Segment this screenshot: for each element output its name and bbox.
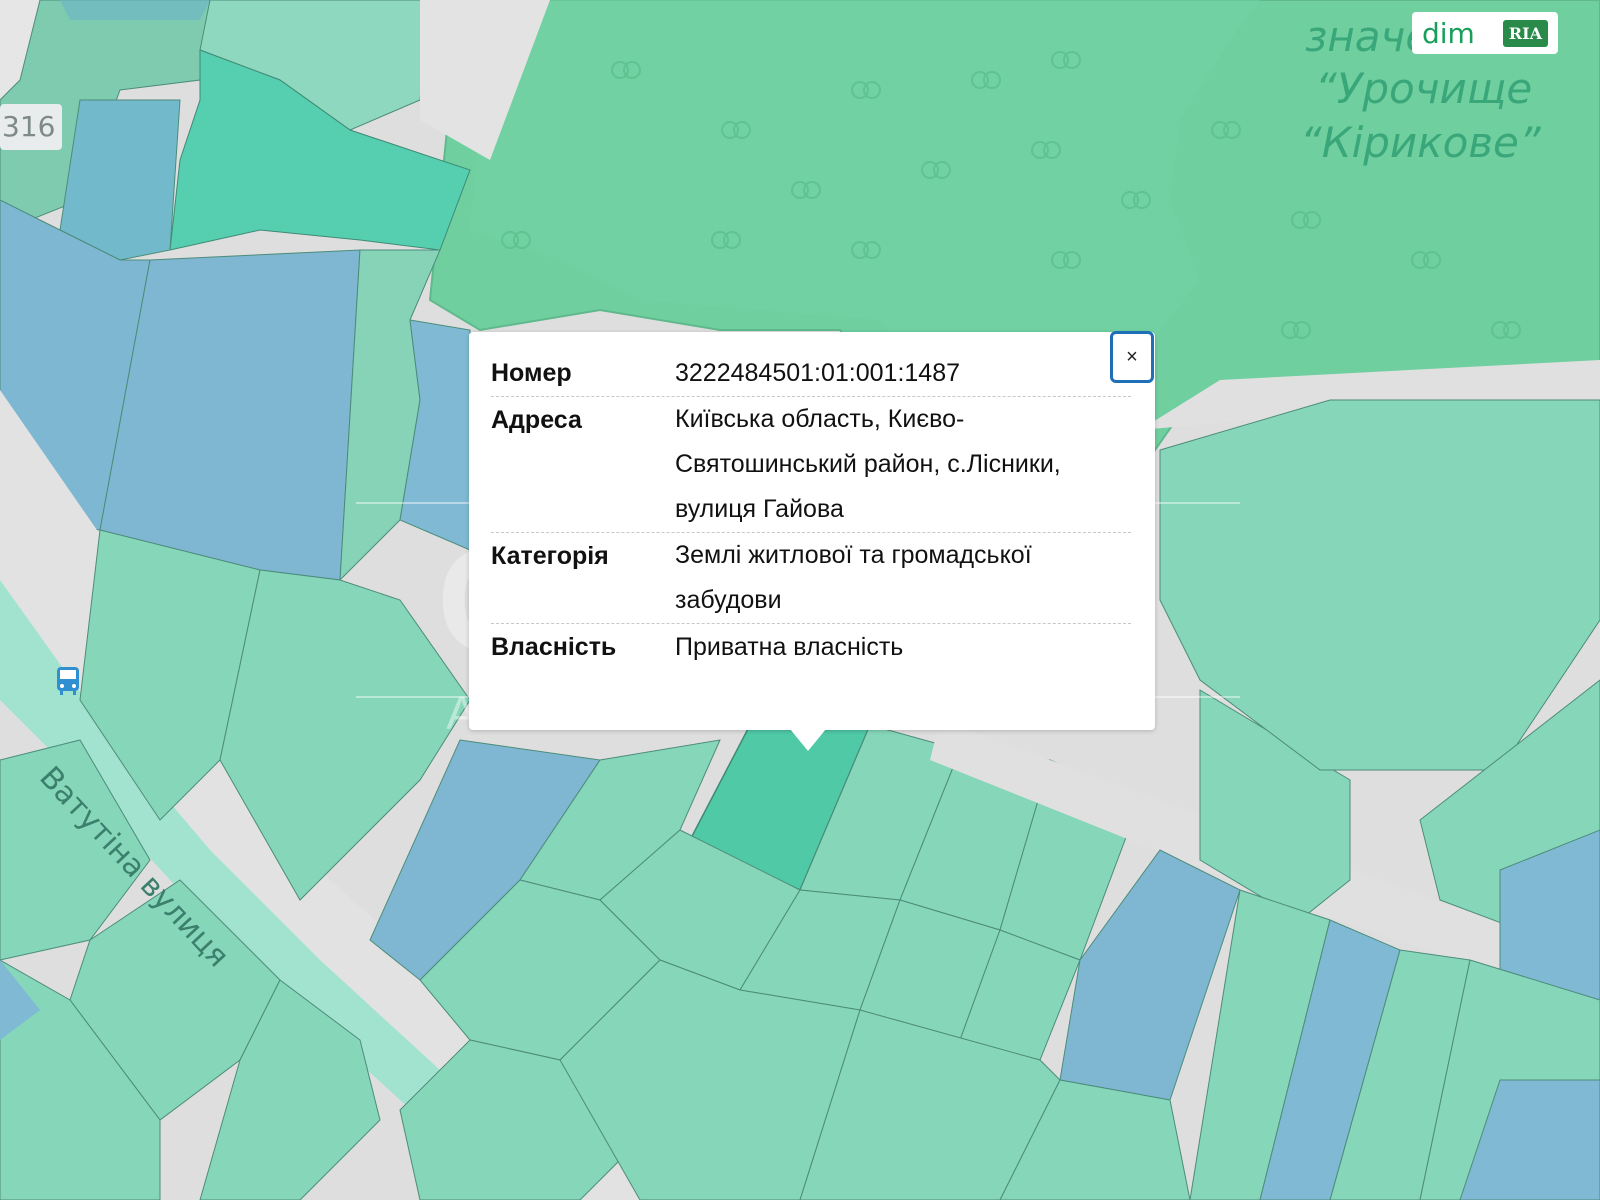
park-label: “Кірикове”: [1300, 118, 1541, 167]
close-icon[interactable]: ×: [1126, 346, 1138, 369]
bus-icon[interactable]: [55, 665, 81, 697]
site-brand-badge: RIA: [1502, 19, 1548, 47]
popup-row-ownership: Власність Приватна власність: [491, 624, 1131, 670]
popup-row-address: Адреса Київська область, Києво-Святошинс…: [491, 397, 1131, 533]
popup-row-number: Номер 3222484501:01:001:1487: [491, 350, 1131, 397]
popup-key: Адреса: [491, 406, 582, 434]
parcel-info-popup: Номер 3222484501:01:001:1487 Адреса Київ…: [469, 332, 1155, 730]
land-category: Землі житлової та громадської забудови: [675, 541, 1032, 614]
parcel-address: Київська область, Києво-Святошинський ра…: [675, 405, 1061, 523]
cadastral-map[interactable]: значе “Урочище “Кірикове” 316 Ватутіна в…: [0, 0, 1600, 1200]
popup-pointer: [790, 729, 826, 751]
ownership-type: Приватна власність: [675, 633, 904, 661]
cadastral-number: 3222484501:01:001:1487: [675, 359, 961, 387]
popup-row-category: Категорія Землі житлової та громадської …: [491, 533, 1131, 624]
popup-key: Категорія: [491, 542, 609, 570]
site-brand-watermark: dim RIA: [1412, 12, 1558, 54]
popup-key: Номер: [491, 359, 572, 387]
park-label: “Урочище: [1315, 64, 1533, 113]
close-button[interactable]: ×: [1110, 331, 1154, 383]
road-number-label: 316: [0, 104, 62, 150]
popup-key: Власність: [491, 633, 617, 661]
site-brand-name: dim: [1422, 16, 1475, 50]
